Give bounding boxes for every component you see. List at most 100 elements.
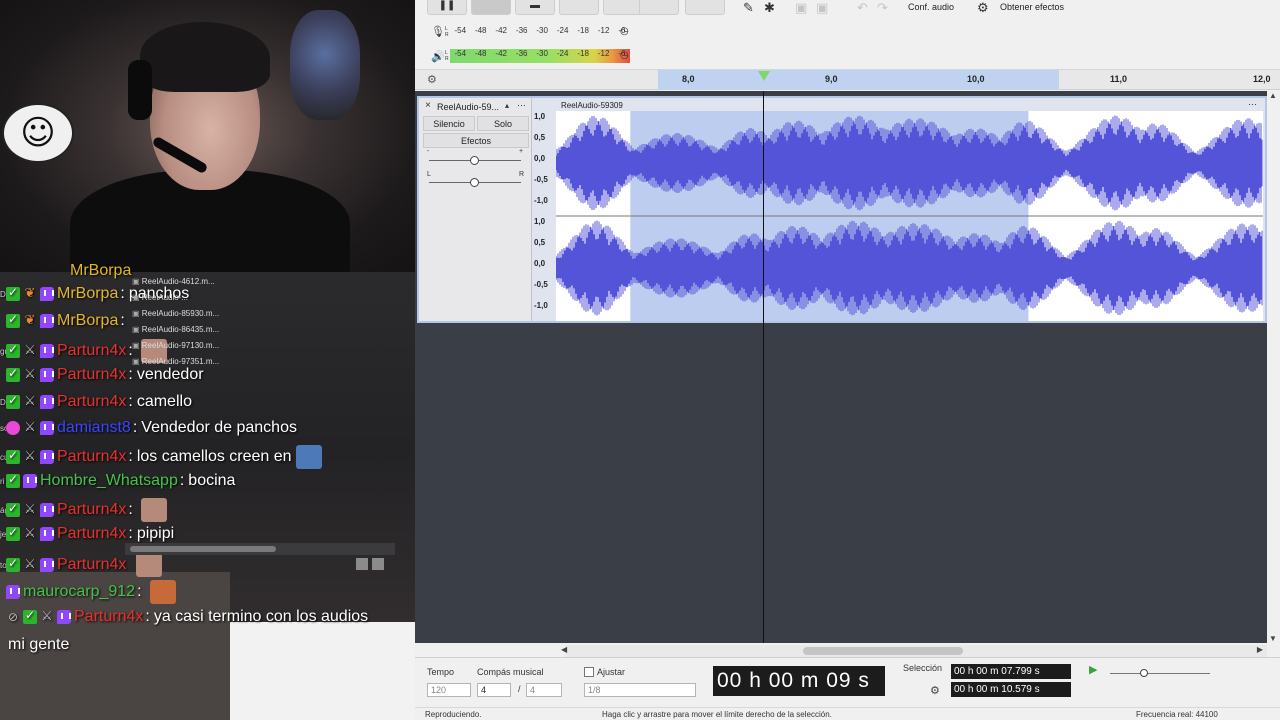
file-list-item[interactable]: ReelAudio-86435.m...	[128, 322, 228, 338]
chat-username[interactable]: maurocarp_912	[23, 583, 135, 601]
audio-setup-button[interactable]: Conf. audio	[908, 2, 954, 12]
file-list-item[interactable]: ReelAudio-97351.m...	[128, 354, 228, 370]
zoom-in-icon[interactable]: ▣	[795, 1, 807, 16]
menu-icon[interactable]	[356, 558, 368, 570]
record-meter-menu-icon[interactable]: ◷	[620, 26, 629, 37]
time-signature-denominator[interactable]: 4	[526, 683, 562, 697]
stop-icon: ▬	[530, 0, 540, 11]
chat-username[interactable]: Parturn4x	[57, 556, 126, 574]
vip-badge-icon	[6, 525, 20, 541]
audio-position[interactable]: 00 h 00 m 09 s	[713, 666, 885, 696]
undo-icon[interactable]: ↶	[857, 1, 868, 16]
status-bar: Reproduciendo. Haga clic y arrastre para…	[415, 707, 1280, 720]
track-name[interactable]: ReelAudio-59...	[437, 102, 499, 112]
chat-username[interactable]: Parturn4x	[57, 342, 126, 360]
pan-knob[interactable]	[470, 178, 479, 187]
playback-speed-slider[interactable]	[1110, 669, 1210, 677]
chat-username[interactable]: Parturn4x	[57, 393, 126, 411]
scroll-up-icon[interactable]: ▲	[1269, 91, 1277, 100]
multi-tool-icon[interactable]: ✱	[764, 1, 775, 16]
pan-slider[interactable]	[429, 178, 521, 187]
track-area[interactable]: × ReelAudio-59... ▴ ⋯ Silencio Solo Efec…	[415, 91, 1267, 643]
skip-end-button[interactable]	[603, 0, 643, 15]
chat-scrollbar[interactable]	[125, 543, 395, 555]
effects-button[interactable]: Efectos	[423, 133, 529, 148]
horizontal-scrollbar[interactable]: ◀ ▶	[561, 645, 1267, 657]
gain-knob[interactable]	[470, 156, 479, 165]
vertical-scrollbar[interactable]: ▲ ▼	[1267, 91, 1280, 643]
time-signature-numerator[interactable]: 4	[477, 683, 511, 697]
audio-track[interactable]: × ReelAudio-59... ▴ ⋯ Silencio Solo Efec…	[417, 96, 1267, 323]
play-button[interactable]	[471, 0, 511, 15]
scroll-right-icon[interactable]: ▶	[1257, 645, 1263, 654]
play-at-speed-icon[interactable]: ▶	[1089, 663, 1097, 676]
chat-scroll-thumb[interactable]	[130, 546, 276, 552]
chat-message: riHombre_Whatsapp:bocina	[0, 472, 235, 490]
chat-message: maurocarp_912:	[0, 580, 176, 604]
file-list-item[interactable]: ReelAudio-4612.m...	[128, 274, 228, 290]
skip-start-button[interactable]	[559, 0, 599, 15]
selection-settings-icon[interactable]: ⚙	[930, 684, 940, 697]
clip-menu-icon[interactable]: ⋯	[1248, 99, 1257, 110]
pause-button[interactable]: ❚❚	[427, 0, 467, 15]
waveform[interactable]	[556, 111, 1263, 321]
vscale-label: -1,0	[534, 301, 548, 310]
chat-message: D⚔Parturn4x:camello	[0, 393, 192, 411]
tempo-field[interactable]: 120	[427, 683, 471, 697]
scroll-left-icon[interactable]: ◀	[561, 645, 567, 654]
playback-meter[interactable]: -54 -48 -42 -36 -30 -24 -18 -12 -6	[450, 49, 630, 63]
snap-select[interactable]: 1/8	[584, 683, 696, 697]
gain-slider[interactable]	[429, 156, 521, 165]
clip-name[interactable]: ReelAudio-59309	[561, 101, 623, 110]
vip-badge-icon	[23, 608, 37, 624]
record-button[interactable]	[639, 0, 679, 15]
mute-button[interactable]: Silencio	[423, 116, 475, 131]
file-list-item[interactable]: ReelAudio-85930.m...	[128, 306, 228, 322]
record-meter[interactable]: -54 -48 -42 -36 -30 -24 -18 -12 -6	[450, 26, 630, 40]
chat-message: ⊘ ⚔ Parturn4x:ya casi termino con los audi…	[0, 608, 368, 626]
scroll-down-icon[interactable]: ▼	[1269, 634, 1277, 643]
collapse-icon[interactable]: ▴	[505, 101, 509, 110]
playback-cursor	[763, 91, 764, 643]
selection-start[interactable]: 00 h 00 m 07.799 s	[951, 664, 1071, 679]
vscale-label: -0,5	[534, 280, 548, 289]
chat-username[interactable]: Parturn4x	[57, 501, 126, 519]
meter-tick-label: -24	[556, 26, 569, 35]
microphone-icon[interactable]: 🎙	[431, 25, 445, 38]
stop-button[interactable]: ▬	[515, 0, 555, 15]
chat-username[interactable]: Parturn4x	[57, 448, 126, 466]
playhead-icon[interactable]	[758, 71, 770, 81]
chat-username[interactable]: damianst8	[57, 419, 131, 437]
redo-icon[interactable]: ↷	[877, 1, 888, 16]
gear-icon[interactable]: ⚙	[427, 73, 437, 86]
file-list-item[interactable]: ReelAudio-97130.m...	[128, 338, 228, 354]
chat-username[interactable]: MrBorpa	[57, 312, 118, 330]
chat-username[interactable]: Parturn4x	[57, 366, 126, 384]
get-effects-button[interactable]: Obtener efectos	[1000, 2, 1064, 12]
zoom-out-icon[interactable]: ▣	[816, 1, 828, 16]
meter-r: R	[445, 32, 449, 38]
toolbar: ❚❚ ▬ ✎ ✱ ▣ ▣ ↶ ↷ Conf. audio ⚙ Obtener e…	[415, 0, 1280, 70]
window-icon[interactable]	[372, 558, 384, 570]
chat-message: ágenes⚔Parturn4x:	[0, 498, 167, 522]
pencil-icon[interactable]: ✎	[743, 1, 754, 16]
chat-username[interactable]: Parturn4x	[57, 525, 126, 543]
chat-username[interactable]: MrBorpa	[57, 285, 118, 303]
track-menu-icon[interactable]: ⋯	[517, 100, 526, 111]
speaker-icon[interactable]: 🔊	[431, 50, 445, 63]
solo-button[interactable]: Solo	[477, 116, 529, 131]
speed-knob[interactable]	[1140, 669, 1148, 677]
loop-button[interactable]	[685, 0, 725, 15]
chat-separator: :	[128, 525, 133, 542]
waveform-svg[interactable]	[556, 111, 1263, 321]
hscroll-thumb[interactable]	[803, 647, 963, 655]
chat-username[interactable]: Parturn4x	[74, 608, 143, 626]
chat-separator: :	[132, 419, 138, 436]
selection-end[interactable]: 00 h 00 m 10.579 s	[951, 682, 1071, 697]
file-list-item[interactable]: ReelAudio-...	[128, 290, 228, 306]
snap-checkbox[interactable]	[584, 667, 594, 677]
timeline-ruler[interactable]: ⚙ 8,0 9,0 10,0 11,0 12,0	[415, 70, 1280, 90]
close-icon[interactable]: ×	[425, 100, 431, 111]
chat-username[interactable]: Hombre_Whatsapp	[40, 472, 178, 490]
emote-image	[295, 445, 322, 469]
